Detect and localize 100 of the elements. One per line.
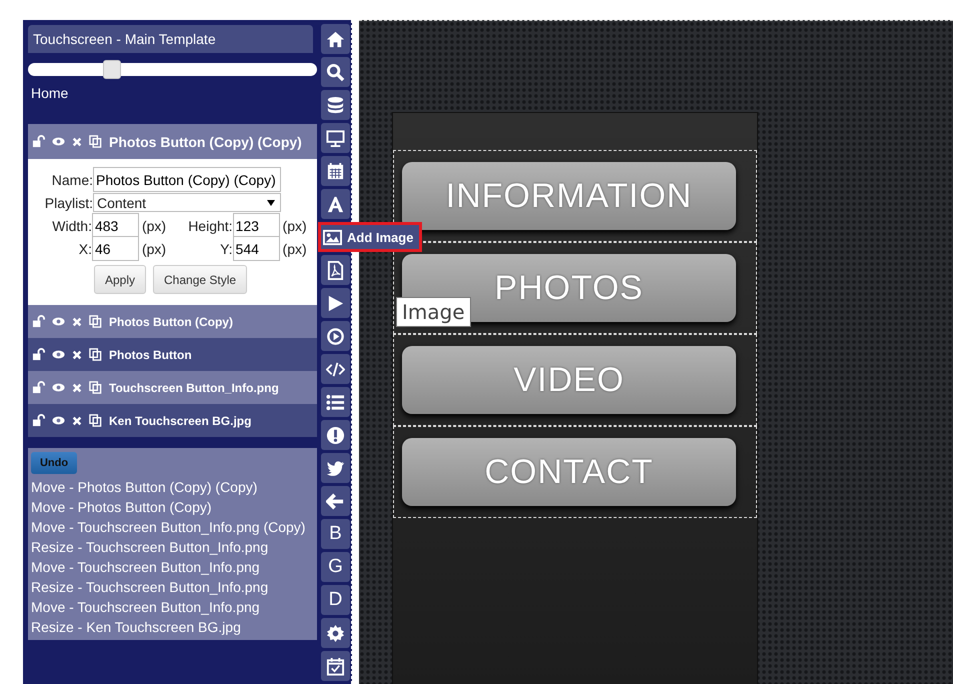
field-label: Name: <box>50 172 93 188</box>
history-entry[interactable]: Resize - Ken Touchscreen BG.jpg <box>31 617 314 637</box>
search-icon <box>326 62 345 82</box>
history-entry[interactable]: Move - Photos Button (Copy) <box>31 497 314 517</box>
eye-icon[interactable] <box>52 135 65 148</box>
eye-icon[interactable] <box>52 414 65 427</box>
layer-row[interactable]: Photos Button (Copy) <box>28 305 317 338</box>
arrow-left-icon <box>326 492 345 510</box>
code-icon <box>326 360 345 378</box>
layer-row[interactable]: Photos Button <box>28 338 317 371</box>
close-icon[interactable] <box>72 416 82 426</box>
layer-row[interactable]: Touchscreen Button_Info.png <box>28 371 317 404</box>
template-title: Touchscreen - Main Template <box>28 25 313 53</box>
close-icon[interactable] <box>72 382 82 392</box>
toolbar-button[interactable] <box>321 255 350 285</box>
toolbar-button[interactable] <box>321 189 350 219</box>
toolbar-button[interactable]: B <box>321 519 350 549</box>
field-label: X: <box>78 240 92 256</box>
unit-label: (px) <box>140 218 168 234</box>
slider-thumb[interactable] <box>102 60 121 79</box>
toolbar-button[interactable] <box>321 24 350 54</box>
calendar-icon <box>326 162 345 180</box>
home-icon <box>326 30 345 48</box>
unit-label: (px) <box>282 240 308 256</box>
layer-name: Photos Button <box>109 348 192 362</box>
close-icon[interactable] <box>72 136 82 146</box>
selection-frame[interactable]: CONTACT <box>393 426 757 518</box>
breadcrumb-text[interactable]: Home <box>31 85 68 101</box>
toolbar-button[interactable]: Add Image <box>318 222 422 252</box>
height-field[interactable]: 123 <box>232 213 280 238</box>
eye-icon[interactable] <box>52 348 65 361</box>
field-label: Y: <box>219 240 233 256</box>
database-icon <box>326 96 345 114</box>
field-label: Playlist: <box>44 194 93 210</box>
unlock-icon[interactable] <box>32 135 45 148</box>
history-entry[interactable]: Move - Touchscreen Button_Info.png <box>31 597 314 617</box>
toolbar-button[interactable] <box>321 321 350 351</box>
play-circle-icon <box>326 326 345 346</box>
field-label: Height: <box>187 218 233 234</box>
history-entry[interactable]: Move - Touchscreen Button_Info.png (Copy) <box>31 517 314 537</box>
toolbar-button[interactable] <box>321 123 350 153</box>
settings-icon <box>326 624 345 642</box>
calendar-check-icon <box>326 656 345 676</box>
touch-button[interactable]: VIDEO <box>402 346 736 414</box>
layer-row[interactable]: Ken Touchscreen BG.jpg <box>28 404 317 437</box>
field-label: Width: <box>51 218 92 234</box>
touch-button[interactable]: CONTACT <box>402 438 736 506</box>
toolbar-button[interactable] <box>321 387 350 417</box>
y-field[interactable]: 544 <box>232 236 280 261</box>
font-icon <box>326 194 345 214</box>
toolbar-button[interactable] <box>321 156 350 186</box>
tooltip: Image <box>396 297 471 327</box>
form-button[interactable]: Change Style <box>153 265 248 294</box>
history-entry[interactable]: Move - Touchscreen Button_Info.png <box>31 557 314 577</box>
unlock-icon[interactable] <box>32 315 45 328</box>
toolbar-button[interactable]: G <box>321 552 350 582</box>
history-entry[interactable]: Move - Photos Button (Copy) (Copy) <box>31 477 314 497</box>
history-entry[interactable]: Resize - Touchscreen Button_Info.png <box>31 577 314 597</box>
list-icon <box>326 392 345 412</box>
toolbar-button[interactable] <box>321 651 350 681</box>
eye-icon[interactable] <box>52 381 65 394</box>
playlist-dropdown[interactable]: Content <box>93 193 281 212</box>
play-icon <box>326 294 345 312</box>
unlock-icon[interactable] <box>32 381 45 394</box>
toolbar-button[interactable] <box>321 420 350 450</box>
x-field[interactable]: 46 <box>92 236 139 261</box>
name-field[interactable]: Photos Button (Copy) (Copy) <box>93 167 281 192</box>
selection-frame[interactable]: VIDEO <box>393 334 757 426</box>
zoom-slider[interactable] <box>28 63 317 76</box>
unlock-icon[interactable] <box>32 348 45 361</box>
toolbar-button[interactable] <box>321 288 350 318</box>
unit-label: (px) <box>140 240 168 256</box>
unlock-icon[interactable] <box>32 414 45 427</box>
copy-icon[interactable] <box>89 348 102 361</box>
undo-button[interactable]: Undo <box>31 452 77 474</box>
width-field[interactable]: 483 <box>92 213 139 238</box>
toolbar-button[interactable] <box>321 90 350 120</box>
layer-name: Touchscreen Button_Info.png <box>109 380 279 394</box>
history-entry[interactable]: Resize - Touchscreen Button_Info.png <box>31 537 314 557</box>
close-icon[interactable] <box>72 316 82 326</box>
layer-name: Photos Button (Copy) (Copy) <box>109 134 302 150</box>
toolbar-button[interactable] <box>321 57 350 87</box>
layer-row[interactable]: Photos Button (Copy) (Copy) <box>28 124 317 159</box>
copy-icon[interactable] <box>89 381 102 394</box>
copy-icon[interactable] <box>89 414 102 427</box>
image-icon <box>323 228 342 246</box>
toolbar-button[interactable] <box>321 354 350 384</box>
eye-icon[interactable] <box>52 315 65 328</box>
form-button[interactable]: Apply <box>94 265 146 294</box>
document-icon <box>326 260 345 280</box>
toolbar-button[interactable] <box>321 618 350 648</box>
close-icon[interactable] <box>72 350 82 360</box>
caret-icon <box>267 200 275 206</box>
toolbar-button[interactable]: D <box>321 585 350 615</box>
toolbar-button[interactable] <box>321 453 350 483</box>
toolbar-button[interactable] <box>321 486 350 516</box>
layer-name: Ken Touchscreen BG.jpg <box>109 414 252 428</box>
copy-icon[interactable] <box>89 315 102 328</box>
touch-button[interactable]: INFORMATION <box>402 162 736 230</box>
copy-icon[interactable] <box>89 135 102 148</box>
